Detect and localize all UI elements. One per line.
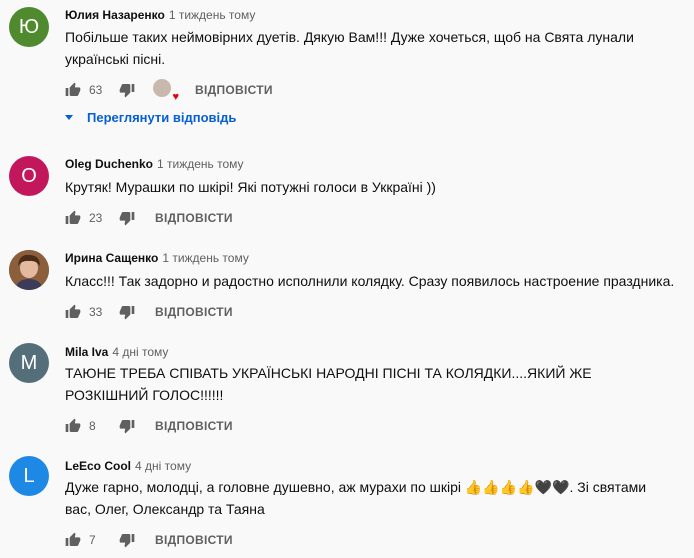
user-photo-icon bbox=[9, 250, 49, 290]
comment-time[interactable]: 1 тиждень тому bbox=[157, 157, 244, 171]
reply-button[interactable]: ВІДПОВІСТИ bbox=[155, 211, 233, 225]
comment-meta: Mila Iva 4 дні тому bbox=[65, 345, 168, 359]
avatar[interactable]: M bbox=[9, 343, 49, 383]
reply-button[interactable]: ВІДПОВІСТИ bbox=[155, 305, 233, 319]
like-count: 8 bbox=[89, 419, 96, 433]
comment-actions: 23 ВІДПОВІСТИ bbox=[65, 206, 233, 230]
comment-meta: Юлия Назаренко 1 тиждень тому bbox=[65, 8, 255, 22]
comment-actions: 8 ВІДПОВІСТИ bbox=[65, 414, 233, 438]
comment-actions: 63 ♥ ВІДПОВІСТИ bbox=[65, 78, 273, 103]
comment-text: Дуже гарно, молодці, а головне душевно, … bbox=[65, 479, 647, 517]
like-count: 33 bbox=[89, 305, 103, 319]
comment-time[interactable]: 4 дні тому bbox=[135, 459, 191, 473]
comment-time[interactable]: 1 тиждень тому bbox=[162, 251, 249, 265]
reply-button[interactable]: ВІДПОВІСТИ bbox=[155, 533, 233, 547]
comment-time[interactable]: 1 тиждень тому bbox=[169, 8, 256, 22]
comment-text: Побільше таких неймовірних дуетів. Дякую… bbox=[65, 29, 634, 67]
caret-down-icon bbox=[65, 115, 73, 120]
thumb-down-icon[interactable] bbox=[119, 82, 135, 98]
like-count: 7 bbox=[89, 533, 96, 547]
comment-text: ТАЮНЕ ТРЕБА СПІВАТЬ УКРАЇНСЬКІ НАРОДНІ П… bbox=[65, 365, 592, 403]
thumb-up-icon[interactable] bbox=[65, 304, 81, 320]
thumb-down-icon[interactable] bbox=[119, 418, 135, 434]
thumb-down-icon[interactable] bbox=[119, 532, 135, 548]
author-name[interactable]: Юлия Назаренко bbox=[65, 8, 165, 22]
avatar[interactable]: O bbox=[9, 156, 49, 196]
view-replies-label: Переглянути відповідь bbox=[87, 110, 237, 125]
view-replies-button[interactable]: Переглянути відповідь bbox=[65, 110, 236, 125]
comment-text: Класс!!! Так задорно и радостно исполнил… bbox=[65, 273, 675, 289]
author-name[interactable]: Mila Iva bbox=[65, 345, 108, 359]
author-name[interactable]: Oleg Duchenko bbox=[65, 157, 153, 171]
avatar[interactable] bbox=[9, 250, 49, 290]
comment-meta: Oleg Duchenko 1 тиждень тому bbox=[65, 157, 244, 171]
thumb-down-icon[interactable] bbox=[119, 210, 135, 226]
reply-button[interactable]: ВІДПОВІСТИ bbox=[155, 419, 233, 433]
comment-meta: Ирина Сащенко 1 тиждень тому bbox=[65, 251, 249, 265]
thumb-up-icon[interactable] bbox=[65, 82, 81, 98]
like-count: 63 bbox=[89, 83, 103, 97]
comment-text: Крутяк! Мурашки по шкірі! Які потужні го… bbox=[65, 179, 436, 195]
thumb-up-icon[interactable] bbox=[65, 418, 81, 434]
comment-meta: LeEco Cool 4 дні тому bbox=[65, 459, 191, 473]
avatar[interactable]: L bbox=[9, 456, 49, 496]
like-count: 23 bbox=[89, 211, 103, 225]
reply-button[interactable]: ВІДПОВІСТИ bbox=[195, 83, 273, 97]
comment-actions: 33 ВІДПОВІСТИ bbox=[65, 300, 233, 324]
thumb-up-icon[interactable] bbox=[65, 210, 81, 226]
author-name[interactable]: LeEco Cool bbox=[65, 459, 131, 473]
comment-time[interactable]: 4 дні тому bbox=[112, 345, 168, 359]
author-name[interactable]: Ирина Сащенко bbox=[65, 251, 158, 265]
avatar[interactable]: Ю bbox=[9, 7, 49, 47]
creator-heart-icon: ♥ bbox=[153, 79, 179, 103]
thumb-down-icon[interactable] bbox=[119, 304, 135, 320]
comment-actions: 7 ВІДПОВІСТИ bbox=[65, 528, 233, 552]
thumb-up-icon[interactable] bbox=[65, 532, 81, 548]
